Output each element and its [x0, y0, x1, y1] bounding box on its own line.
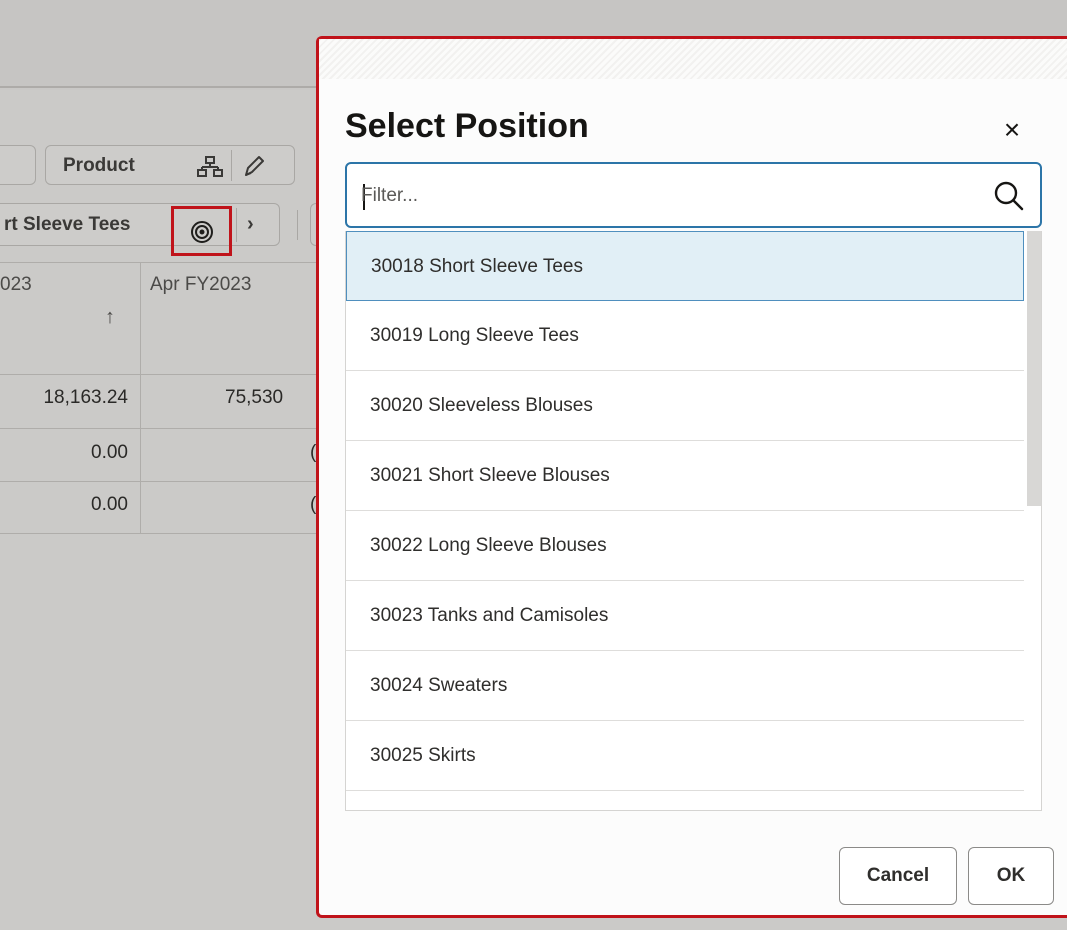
sort-arrow-icon: ↑: [105, 306, 115, 328]
dialog-title: Select Position: [345, 107, 589, 145]
list-item[interactable]: 30019 Long Sleeve Tees: [346, 301, 1024, 371]
grid-cell: 75,530: [225, 387, 284, 408]
grid-line: [140, 262, 141, 534]
grid-line: [0, 533, 322, 534]
member-selector-button: rt Sleeve Tees ›: [0, 203, 280, 256]
grid-line: [0, 428, 322, 429]
hierarchy-icon: [197, 156, 223, 177]
toolbar-divider: [231, 150, 232, 181]
toolbar-divider: [297, 210, 298, 240]
grid-column-header: 023: [0, 274, 32, 295]
grid-cell: 0.00: [91, 442, 128, 463]
target-icon: [191, 221, 213, 243]
product-label: Product: [63, 155, 135, 176]
list-item[interactable]: 30021 Short Sleeve Blouses: [346, 441, 1024, 511]
ok-button[interactable]: OK: [968, 847, 1054, 905]
list-item[interactable]: 30025 Skirts: [346, 721, 1024, 791]
filter-field[interactable]: [345, 162, 1042, 228]
scrollbar-thumb[interactable]: [1027, 231, 1041, 506]
select-position-dialog: Select Position × 30018 Short Sleeve Tee…: [316, 36, 1067, 918]
list-item[interactable]: 30024 Sweaters: [346, 651, 1024, 721]
pencil-icon: [245, 156, 264, 176]
background-button-left: [0, 145, 36, 185]
grid-line: [0, 262, 322, 263]
toolbar-divider: [236, 208, 237, 242]
close-button[interactable]: ×: [995, 113, 1029, 147]
product-dimension-button: Product: [45, 145, 295, 185]
grid-line: [0, 481, 322, 482]
chevron-right-icon: ›: [247, 213, 254, 235]
filter-input[interactable]: [361, 176, 981, 216]
cancel-button[interactable]: Cancel: [839, 847, 957, 905]
grid-cell: 18,163.24: [43, 387, 128, 408]
list-item[interactable]: 30020 Sleeveless Blouses: [346, 371, 1024, 441]
member-label: rt Sleeve Tees: [4, 214, 131, 235]
grid-column-header: Apr FY2023: [150, 274, 252, 295]
target-button-highlight: [171, 206, 232, 256]
list-item[interactable]: 30022 Long Sleeve Blouses: [346, 511, 1024, 581]
list-item[interactable]: 30018 Short Sleeve Tees: [346, 231, 1024, 301]
position-list[interactable]: 30018 Short Sleeve Tees 30019 Long Sleev…: [345, 231, 1042, 811]
list-item[interactable]: 30023 Tanks and Camisoles: [346, 581, 1024, 651]
dialog-header-texture: [319, 39, 1067, 79]
grid-line: [0, 374, 322, 375]
search-icon[interactable]: [989, 176, 1029, 216]
background-grid: 023 ↑ Apr FY2023 18,163.24 0.00 0.00 75,…: [0, 262, 322, 534]
grid-cell: 0.00: [91, 494, 128, 515]
